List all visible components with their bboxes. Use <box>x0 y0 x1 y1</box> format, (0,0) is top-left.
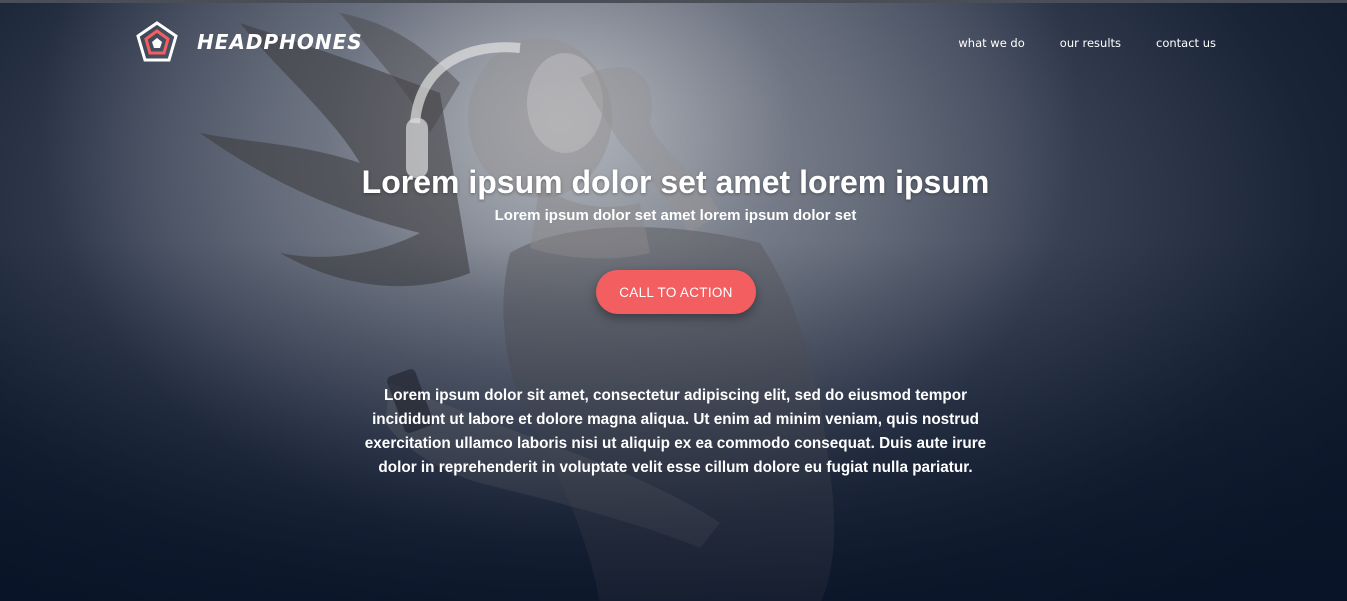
nav-item-what-we-do[interactable]: what we do <box>958 36 1024 50</box>
hero-subheadline: Lorem ipsum dolor set amet lorem ipsum d… <box>494 207 857 224</box>
hero-section: HEADPHONES what we do our results contac… <box>0 0 1347 601</box>
call-to-action-button[interactable]: CALL TO ACTION <box>596 270 756 314</box>
pentagon-logo-icon <box>136 21 178 62</box>
hero-body-text: Lorem ipsum dolor sit amet, consectetur … <box>364 387 987 476</box>
brand-name: HEADPHONES <box>197 30 363 54</box>
main-nav: what we do our results contact us <box>958 36 1216 50</box>
nav-item-contact-us[interactable]: contact us <box>1156 36 1216 50</box>
hero-headline: Lorem ipsum dolor set amet lorem ipsum <box>361 164 990 200</box>
brand-logo[interactable]: HEADPHONES <box>135 20 363 64</box>
nav-item-our-results[interactable]: our results <box>1060 36 1121 50</box>
